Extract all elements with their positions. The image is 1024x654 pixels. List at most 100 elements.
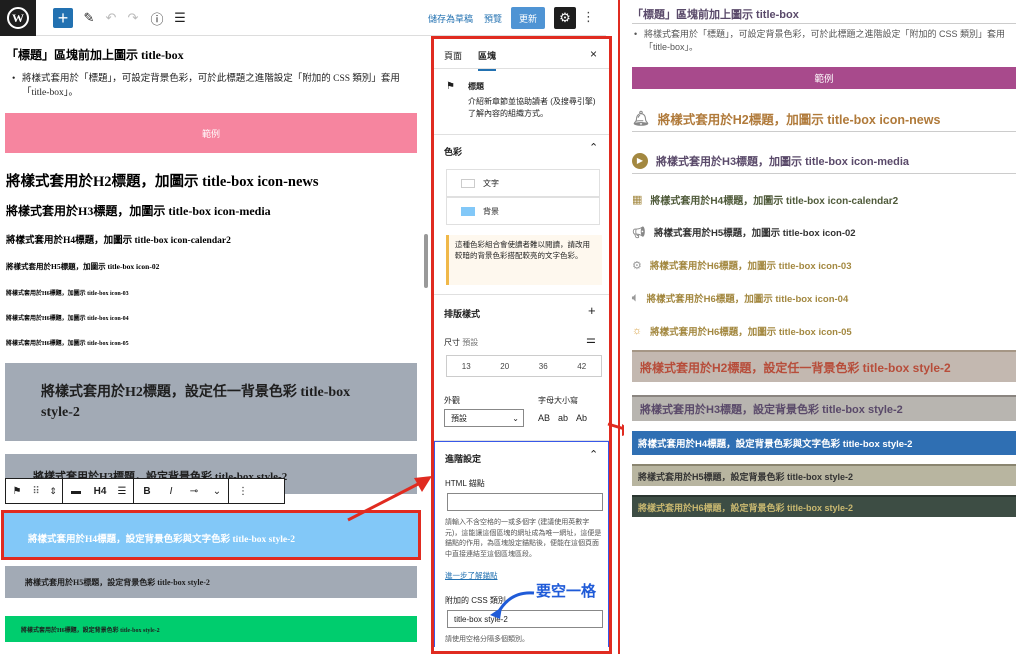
editor-topbar: W + ✎ ↶ ↷ ⓘ ☰ 儲存為草稿 預覽 更新 ⚙ ⋮ — [0, 0, 606, 36]
preview-h4-text: 將樣式套用於H4標題，加圖示 title-box icon-calendar2 — [650, 195, 899, 207]
canvas-h4-heading[interactable]: 將樣式套用於H4標題，加圖示 title-box icon-calendar2 — [6, 232, 231, 246]
preview-style2-h6: 將樣式套用於H6標題，設定背景色彩 title-box style-2 — [632, 495, 1016, 517]
update-button[interactable]: 更新 — [511, 7, 545, 29]
font-size-picker: 13 20 36 42 — [446, 355, 602, 377]
background-color-label: 背景 — [483, 206, 499, 216]
close-icon[interactable]: × — [590, 47, 597, 61]
example-banner[interactable]: 範例 — [5, 113, 417, 153]
preview-bullet: • 將樣式套用於「標題」，可設定背景色彩，可於此標題之進階設定「附加的 CSS 類… — [634, 28, 1016, 54]
block-description: 介紹新章節並協助讀者 (及搜尋引擎) 了解內容的組織方式。 — [468, 97, 596, 118]
block-card: ⚑ 標題 介紹新章節並協助讀者 (及搜尋引擎) 了解內容的組織方式。 — [434, 69, 609, 135]
canvas-h6-heading[interactable]: 將樣式套用於H6標題，加圖示 title-box icon-03 — [6, 288, 129, 297]
preview-bullet-text: 將樣式套用於「標題」，可設定背景色彩，可於此標題之進階設定「附加的 CSS 類別… — [644, 29, 1006, 52]
tab-page[interactable]: 頁面 — [444, 49, 462, 62]
appearance-select[interactable]: 預設 ⌄ — [444, 409, 524, 427]
bookmark-icon[interactable]: ⚑ — [6, 479, 28, 503]
tab-block[interactable]: 區塊 — [478, 49, 497, 71]
appearance-value: 預設 — [451, 413, 467, 423]
size-default-text: 預設 — [462, 338, 479, 347]
block-editor: W + ✎ ↶ ↷ ⓘ ☰ 儲存為草稿 預覽 更新 ⚙ ⋮ 「標題」區塊前加上圖… — [0, 0, 620, 654]
speaker-icon: 🔈︎ — [632, 291, 639, 304]
bookmark-icon: ⚑ — [446, 81, 455, 92]
uppercase-option[interactable]: AB — [538, 413, 550, 423]
align-icon[interactable]: ▬ — [63, 479, 89, 503]
link-icon[interactable]: ⊸ — [182, 479, 206, 503]
info-icon[interactable]: ⓘ — [150, 8, 164, 28]
plus-icon[interactable]: + — [588, 303, 596, 318]
preview-h5-heading: 📢︎ 將樣式套用於H5標題，加圖示 title-box icon-02 — [632, 223, 1016, 241]
style2-h5-box[interactable]: 將樣式套用於H5標題，設定背景色彩 title-box style-2 — [5, 566, 417, 598]
calendar-icon: ▦ — [632, 193, 643, 206]
options-kebab-icon[interactable]: ⋮ — [582, 9, 595, 25]
preview-h5-text: 將樣式套用於H5標題，加圖示 title-box icon-02 — [653, 228, 856, 239]
style2-h6-box[interactable]: 將樣式套用於H6標題，設定背景色彩 title-box style-2 — [5, 616, 417, 642]
chevron-up-icon[interactable]: ⌃ — [589, 141, 598, 154]
css-class-help: 請使用空格分隔多個類別。 — [445, 636, 529, 643]
wordpress-logo-icon[interactable]: W — [0, 0, 36, 36]
text-color-option[interactable]: 文字 — [446, 169, 600, 197]
preview-h3-heading: ▶ 將樣式套用於H3標題，加圖示 title-box icon-media — [632, 148, 1016, 174]
size-label-text: 尺寸 — [444, 338, 460, 347]
color-panel: 色彩 ⌃ 文字 背景 這種色彩組合會使讀者難以閱讀，請改用較暗的背景色彩搭配較亮… — [434, 135, 609, 295]
preview-h6-heading: ⚙ 將樣式套用於H6標題，加圖示 title-box icon-03 — [632, 256, 1016, 274]
bullet-dot: • — [634, 29, 638, 39]
intro-bullet[interactable]: • 將樣式套用於「標題」，可設定背景色彩，可於此標題之進階設定「附加的 CSS 類… — [12, 72, 412, 100]
save-draft-button[interactable]: 儲存為草稿 — [428, 12, 473, 25]
preview-style2-h3: 將樣式套用於H3標題，設定背景色彩 title-box style-2 — [632, 395, 1016, 421]
html-anchor-input[interactable] — [447, 493, 603, 511]
lowercase-option[interactable]: ab — [558, 413, 568, 423]
preview-h6-text: 將樣式套用於H6標題，加圖示 title-box icon-03 — [649, 261, 852, 272]
preview-button[interactable]: 預覽 — [484, 12, 502, 25]
typography-panel: 排版樣式 + 尺寸 預設 ⚌ 13 20 36 42 外觀 預設 ⌄ 字母大小寫 … — [434, 295, 609, 441]
canvas-h6-heading[interactable]: 將樣式套用於H6標題，加圖示 title-box icon-04 — [6, 313, 129, 322]
settings-sidebar: 頁面 區塊 × ⚑ 標題 介紹新章節並協助讀者 (及搜尋引擎) 了解內容的組織方… — [431, 36, 612, 654]
preview-h6-text: 將樣式套用於H6標題，加圖示 title-box icon-05 — [650, 327, 852, 338]
settings-gear-icon[interactable]: ⚙ — [554, 7, 576, 29]
font-size-option[interactable]: 13 — [462, 362, 471, 371]
style2-h2-box[interactable]: 將樣式套用於H2標題，設定任一背景色彩 title-box style-2 — [5, 363, 417, 441]
add-block-button[interactable]: + — [53, 8, 73, 28]
chevron-down-icon[interactable]: ⌄ — [206, 479, 228, 503]
font-size-option[interactable]: 20 — [500, 362, 509, 371]
settings-sliders-icon[interactable]: ⚌ — [586, 333, 596, 346]
pencil-icon[interactable]: ✎ — [82, 8, 96, 28]
red-arrow-icon — [347, 476, 432, 522]
list-view-icon[interactable]: ☰ — [172, 8, 188, 28]
intro-heading[interactable]: 「標題」區塊前加上圖示 title-box — [6, 46, 184, 63]
bell-icon: 🔔︎ — [632, 110, 650, 126]
bold-icon[interactable]: B — [134, 479, 160, 503]
preview-h6-text: 將樣式套用於H6標題，加圖示 title-box icon-04 — [646, 294, 849, 305]
canvas-h5-heading[interactable]: 將樣式套用於H5標題，加圖示 title-box icon-02 — [6, 261, 159, 272]
capitalize-option[interactable]: Ab — [576, 413, 587, 423]
html-anchor-label: HTML 錨點 — [445, 479, 485, 488]
drag-handle-icon[interactable]: ⠿ — [28, 479, 44, 503]
move-up-down-icon[interactable]: ⇕ — [44, 479, 62, 503]
sidebar-tabs: 頁面 區塊 × — [434, 39, 609, 71]
preview-style2-h5: 將樣式套用於H5標題，設定背景色彩 title-box style-2 — [632, 464, 1016, 486]
appearance-label: 外觀 — [444, 396, 460, 405]
play-media-icon: ▶ — [632, 152, 648, 169]
preview-style2-h2: 將樣式套用於H2標題，設定任一背景色彩 title-box style-2 — [632, 350, 1016, 382]
text-align-icon[interactable]: ☰ — [111, 479, 133, 503]
block-name: 標題 — [468, 82, 484, 91]
letter-case-label: 字母大小寫 — [538, 396, 578, 405]
megaphone-icon: 📢︎ — [632, 226, 646, 239]
typography-title[interactable]: 排版樣式 — [444, 307, 480, 320]
heading-level-button[interactable]: H4 — [89, 479, 111, 503]
canvas-scrollbar[interactable] — [424, 234, 428, 288]
italic-icon[interactable]: I — [160, 479, 182, 503]
font-size-option[interactable]: 36 — [539, 362, 548, 371]
background-color-option[interactable]: 背景 — [446, 197, 600, 225]
undo-icon[interactable]: ↶ — [104, 8, 118, 28]
font-size-option[interactable]: 42 — [577, 362, 586, 371]
canvas-h6-heading[interactable]: 將樣式套用於H6標題，加圖示 title-box icon-05 — [6, 338, 129, 347]
advanced-title[interactable]: 進階設定 — [445, 452, 481, 465]
anchor-learn-more-link[interactable]: 進一步了解錨點 — [445, 570, 498, 581]
color-panel-title[interactable]: 色彩 — [444, 145, 462, 158]
more-options-icon[interactable]: ⋮ — [229, 479, 257, 503]
canvas-h3-heading[interactable]: 將樣式套用於H3標題，加圖示 title-box icon-media — [6, 202, 271, 219]
redo-icon[interactable]: ↷ — [126, 8, 140, 28]
preview-h3-text: 將樣式套用於H3標題，加圖示 title-box icon-media — [656, 155, 910, 168]
canvas-h2-heading[interactable]: 將樣式套用於H2標題，加圖示 title-box icon-news — [6, 170, 319, 191]
chevron-up-icon[interactable]: ⌃ — [589, 448, 598, 461]
